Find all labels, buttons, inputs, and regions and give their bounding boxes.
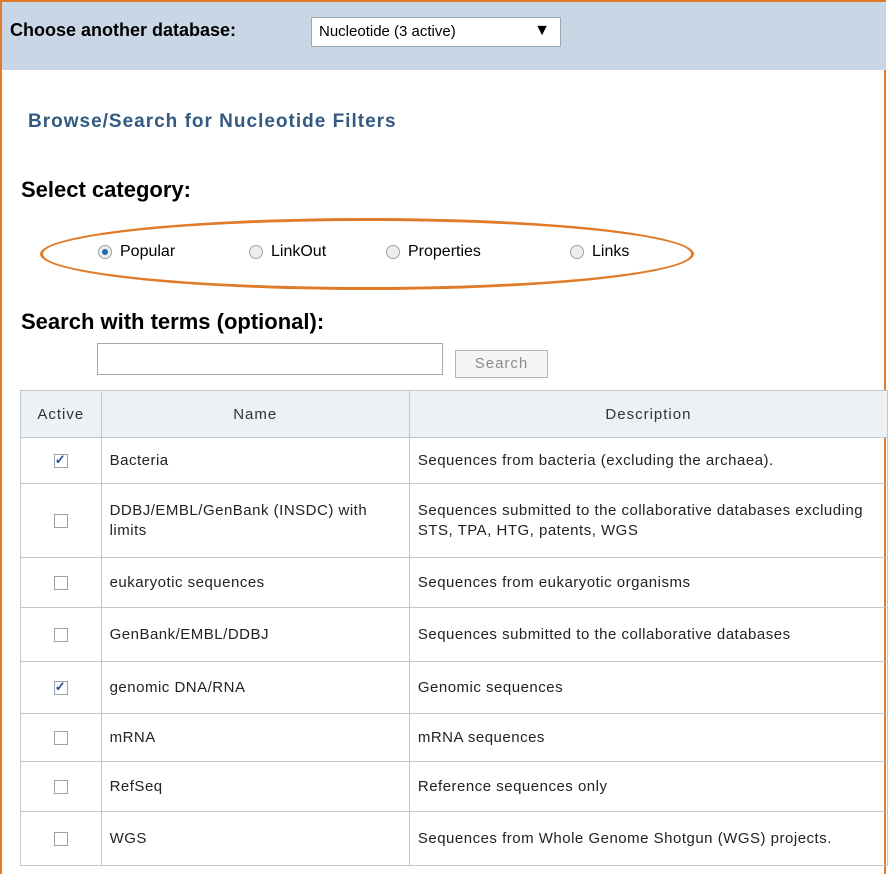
page-title: Browse/Search for Nucleotide Filters [28, 111, 397, 132]
radio-selected-icon [98, 245, 112, 259]
filters-table: Active Name Description Bacteria Sequenc… [20, 390, 888, 866]
checkbox[interactable] [53, 513, 68, 528]
category-title: Select category: [21, 177, 191, 202]
radio-unselected-icon [386, 245, 400, 259]
filter-name: eukaryotic sequences [100, 557, 410, 608]
radio-label: LinkOut [271, 243, 327, 260]
search-title: Search with terms (optional): [21, 309, 325, 334]
table-row[interactable]: eukaryotic sequences Sequences from euka… [20, 557, 888, 608]
search-button[interactable]: Search [455, 350, 548, 378]
table-row[interactable]: WGS Sequences from Whole Genome Shotgun … [20, 811, 888, 866]
table-row[interactable]: RefSeq Reference sequences only [20, 761, 888, 812]
checkbox[interactable] [53, 575, 68, 590]
table-row[interactable]: Bacteria Sequences from bacteria (exclud… [20, 437, 888, 484]
filter-description: Sequences submitted to the collaborative… [408, 607, 888, 662]
radio-popular[interactable]: Popular [98, 243, 175, 261]
filter-name: RefSeq [100, 761, 410, 812]
database-select[interactable]: Nucleotide (3 active) ▼ [311, 17, 561, 47]
filter-description: Sequences from Whole Genome Shotgun (WGS… [408, 811, 888, 866]
filter-name: GenBank/EMBL/DDBJ [100, 607, 410, 662]
radio-label: Properties [408, 243, 481, 260]
filter-name: Bacteria [100, 437, 410, 484]
filter-description: Sequences from eukaryotic organisms [408, 557, 888, 608]
database-select-value: Nucleotide (3 active) [319, 23, 456, 40]
column-header-active: Active [20, 390, 102, 438]
radio-unselected-icon [249, 245, 263, 259]
column-header-name: Name [100, 390, 410, 438]
radio-label: Links [592, 243, 630, 260]
filter-description: Sequences submitted to the collaborative… [408, 483, 888, 558]
filter-name: genomic DNA/RNA [100, 661, 410, 714]
database-bar: Choose another database: Nucleotide (3 a… [2, 2, 886, 70]
filter-description: Genomic sequences [408, 661, 888, 714]
table-row[interactable]: DDBJ/EMBL/GenBank (INSDC) with limits Se… [20, 483, 888, 558]
radio-unselected-icon [570, 245, 584, 259]
filter-name: mRNA [100, 713, 410, 762]
table-row[interactable]: mRNA mRNA sequences [20, 713, 888, 762]
checkbox[interactable] [53, 779, 68, 794]
checkbox[interactable] [53, 627, 68, 642]
radio-linkout[interactable]: LinkOut [249, 243, 326, 261]
filter-description: Sequences from bacteria (excluding the a… [408, 437, 888, 484]
checkbox-checked[interactable] [53, 450, 68, 470]
filter-name: DDBJ/EMBL/GenBank (INSDC) with limits [100, 483, 410, 558]
checkbox[interactable] [53, 831, 68, 846]
table-row[interactable]: genomic DNA/RNA Genomic sequences [20, 661, 888, 714]
filter-description: Reference sequences only [408, 761, 888, 812]
radio-label: Popular [120, 243, 176, 260]
table-row[interactable]: GenBank/EMBL/DDBJ Sequences submitted to… [20, 607, 888, 662]
chevron-down-icon: ▼ [534, 22, 550, 39]
filter-description: mRNA sequences [408, 713, 888, 762]
radio-links[interactable]: Links [570, 243, 629, 261]
checkbox[interactable] [53, 730, 68, 745]
column-header-description: Description [408, 390, 888, 438]
checkbox-checked[interactable] [53, 677, 68, 697]
database-label: Choose another database: [10, 20, 237, 40]
table-header-row: Active Name Description [20, 390, 888, 438]
search-input[interactable] [97, 343, 443, 375]
radio-properties[interactable]: Properties [386, 243, 481, 261]
filter-name: WGS [100, 811, 410, 866]
